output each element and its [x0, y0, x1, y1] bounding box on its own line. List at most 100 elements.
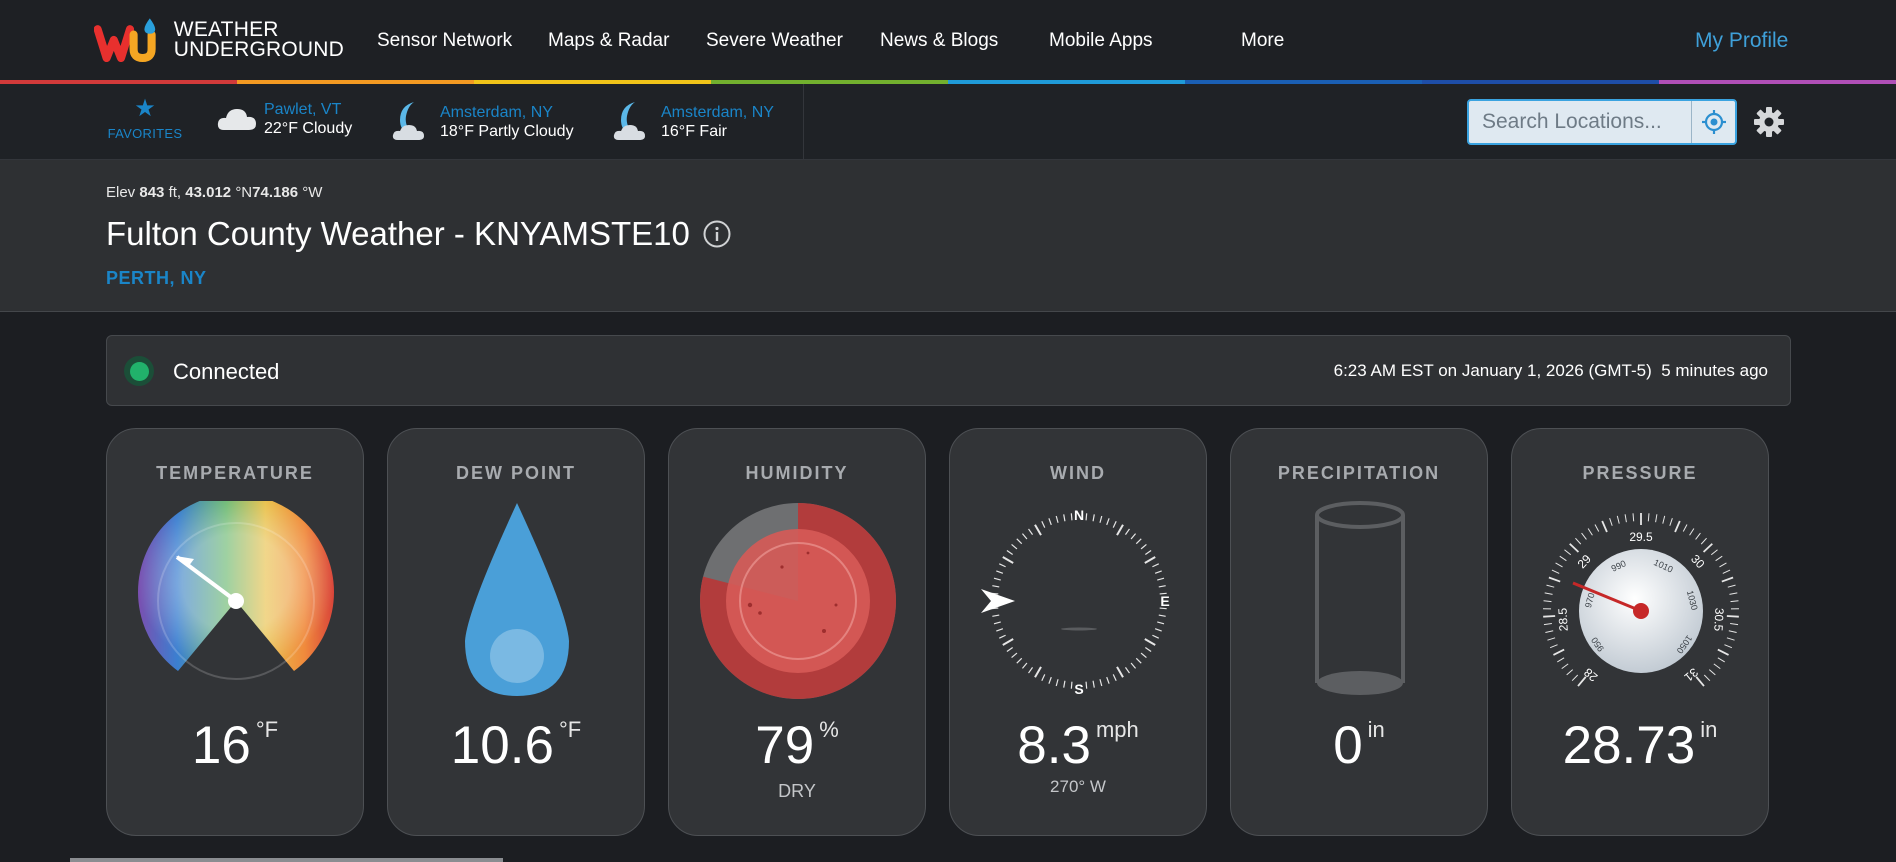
- wind-card[interactable]: WIND N E S 8.3 mph 270° W: [949, 428, 1207, 836]
- nav-more[interactable]: More: [1241, 30, 1284, 52]
- barometer-tick: [1674, 520, 1681, 533]
- barometer-gauge: 2828.52929.53030.531 950970990 1010103010…: [1543, 513, 1739, 687]
- compass-tick: [1154, 570, 1162, 574]
- barometer-tick: [1546, 584, 1555, 588]
- barometer-tick: [1545, 630, 1554, 633]
- favorites-button[interactable]: ★ FAVORITES: [105, 97, 185, 142]
- barometer-tick: [1624, 514, 1627, 523]
- compass-tick: [1070, 513, 1073, 521]
- compass-tick: [1158, 585, 1166, 588]
- compass-tick: [1002, 638, 1014, 646]
- compass-tick: [1144, 638, 1156, 646]
- compass-tick: [1034, 666, 1042, 678]
- compass-tick: [1130, 662, 1137, 669]
- compass-tick: [993, 577, 1001, 581]
- compass-tick: [1011, 543, 1018, 550]
- compass-tick: [1028, 528, 1034, 535]
- barometer-tick: [1700, 537, 1707, 545]
- station-header: Elev 843 ft, 43.012 °N74.186 °W Fulton C…: [0, 160, 1896, 312]
- barometer-tick: [1553, 648, 1565, 656]
- compass-tick: [1140, 543, 1147, 550]
- station-location-link[interactable]: PERTH, NY: [106, 268, 207, 289]
- nav-mobile-apps[interactable]: Mobile Apps: [1049, 30, 1153, 52]
- compass-e: E: [1160, 593, 1169, 609]
- compass-tick: [996, 570, 1004, 574]
- barometer-tick: [1559, 555, 1567, 562]
- compass-tick: [1021, 533, 1028, 540]
- favorite-condition: 22°F Cloudy: [264, 120, 353, 137]
- favorite-location[interactable]: Pawlet, VT 22°F Cloudy: [216, 100, 352, 138]
- barometer-tick-label: 31: [1681, 665, 1700, 685]
- wind-direction-arrow: [981, 589, 1015, 613]
- nav-severe-weather[interactable]: Severe Weather: [706, 30, 843, 52]
- humidity-descriptor: DRY: [778, 781, 816, 801]
- compass-tick: [1092, 514, 1095, 522]
- search-input[interactable]: [1469, 101, 1691, 143]
- barometer-tick: [1717, 657, 1725, 663]
- pressure-value: 28.73 in: [1562, 716, 1718, 775]
- humidity-gauge: [700, 503, 896, 699]
- barometer-tick: [1721, 576, 1734, 583]
- favorite-location[interactable]: Amsterdam, NY 16°F Fair: [613, 100, 774, 144]
- barometer-tick: [1713, 663, 1721, 670]
- temperature-value: 16 °F: [191, 716, 279, 775]
- compass-s: S: [1074, 681, 1083, 697]
- compass-tick: [1055, 679, 1059, 687]
- barometer-tick: [1703, 674, 1711, 682]
- crosshair-icon: [1701, 110, 1726, 134]
- card-title: WIND: [1050, 463, 1106, 483]
- nav-maps-radar[interactable]: Maps & Radar: [548, 30, 669, 52]
- compass-tick: [1144, 556, 1156, 564]
- compass-tick: [1145, 550, 1152, 556]
- barometer-tick: [1564, 549, 1572, 556]
- dew-point-card[interactable]: DEW POINT 10.6 °F: [387, 428, 645, 836]
- favorites-label: FAVORITES: [107, 126, 183, 141]
- compass-tick: [1085, 681, 1088, 689]
- barometer-tick: [1727, 584, 1736, 588]
- humidity-card[interactable]: HUMIDITY 79% DRY: [668, 428, 926, 836]
- barometer-tick: [1561, 663, 1569, 670]
- barometer-tick-label: 29.5: [1629, 530, 1653, 544]
- nav-sensor-network[interactable]: Sensor Network: [377, 30, 512, 52]
- compass-tick: [1158, 614, 1166, 617]
- barometer-tick: [1543, 615, 1556, 618]
- favorite-location[interactable]: Amsterdam, NY 18°F Partly Cloudy: [392, 100, 574, 144]
- nav-news-blogs[interactable]: News & Blogs: [880, 30, 998, 52]
- info-icon[interactable]: [702, 219, 732, 249]
- barometer-tick: [1543, 600, 1552, 603]
- compass-tick: [1070, 681, 1073, 689]
- barometer-tick: [1695, 532, 1701, 540]
- barometer-tick: [1710, 549, 1718, 556]
- wu-logo[interactable]: WEATHER UNDERGROUND: [94, 14, 344, 66]
- barometer-tick: [1547, 637, 1556, 641]
- barometer-tick: [1717, 648, 1729, 656]
- barometer-tick: [1557, 657, 1565, 663]
- moon-cloud-icon: [392, 102, 424, 140]
- barometer-tick: [1655, 514, 1658, 523]
- compass-tick: [1011, 652, 1018, 659]
- barometer-tick: [1601, 520, 1608, 533]
- card-title: TEMPERATURE: [156, 463, 314, 483]
- compass-tick: [1157, 621, 1165, 625]
- compass-tick: [1116, 524, 1124, 536]
- my-profile-link[interactable]: My Profile: [1695, 29, 1788, 53]
- barometer-tick-label: 30.5: [1711, 607, 1726, 631]
- wind-compass: N E S: [981, 507, 1170, 697]
- gear-icon[interactable]: [1753, 106, 1785, 138]
- barometer-tick: [1708, 669, 1716, 676]
- card-title: PRECIPITATION: [1277, 463, 1441, 483]
- barometer-tick: [1581, 532, 1587, 540]
- barometer-tick: [1632, 513, 1635, 522]
- compass-tick: [1112, 674, 1117, 682]
- locate-button[interactable]: [1691, 101, 1735, 143]
- favorite-condition: 16°F Fair: [661, 123, 727, 140]
- compass-n: N: [1074, 507, 1084, 523]
- barometer-tick-label: 29: [1575, 552, 1595, 572]
- barometer-tick: [1669, 517, 1673, 526]
- precipitation-card[interactable]: PRECIPITATION 0 in: [1230, 428, 1488, 836]
- pressure-card[interactable]: PRESSURE 28 28.5 29 29.5 30 30.5 31 950 970 990 1…: [1511, 428, 1769, 836]
- barometer-tick-label: 28: [1581, 665, 1600, 685]
- temperature-card[interactable]: TEMPERATURE 16 °F: [106, 428, 364, 836]
- barometer-tick: [1730, 600, 1739, 603]
- wind-direction-value: 270° W: [1050, 777, 1106, 796]
